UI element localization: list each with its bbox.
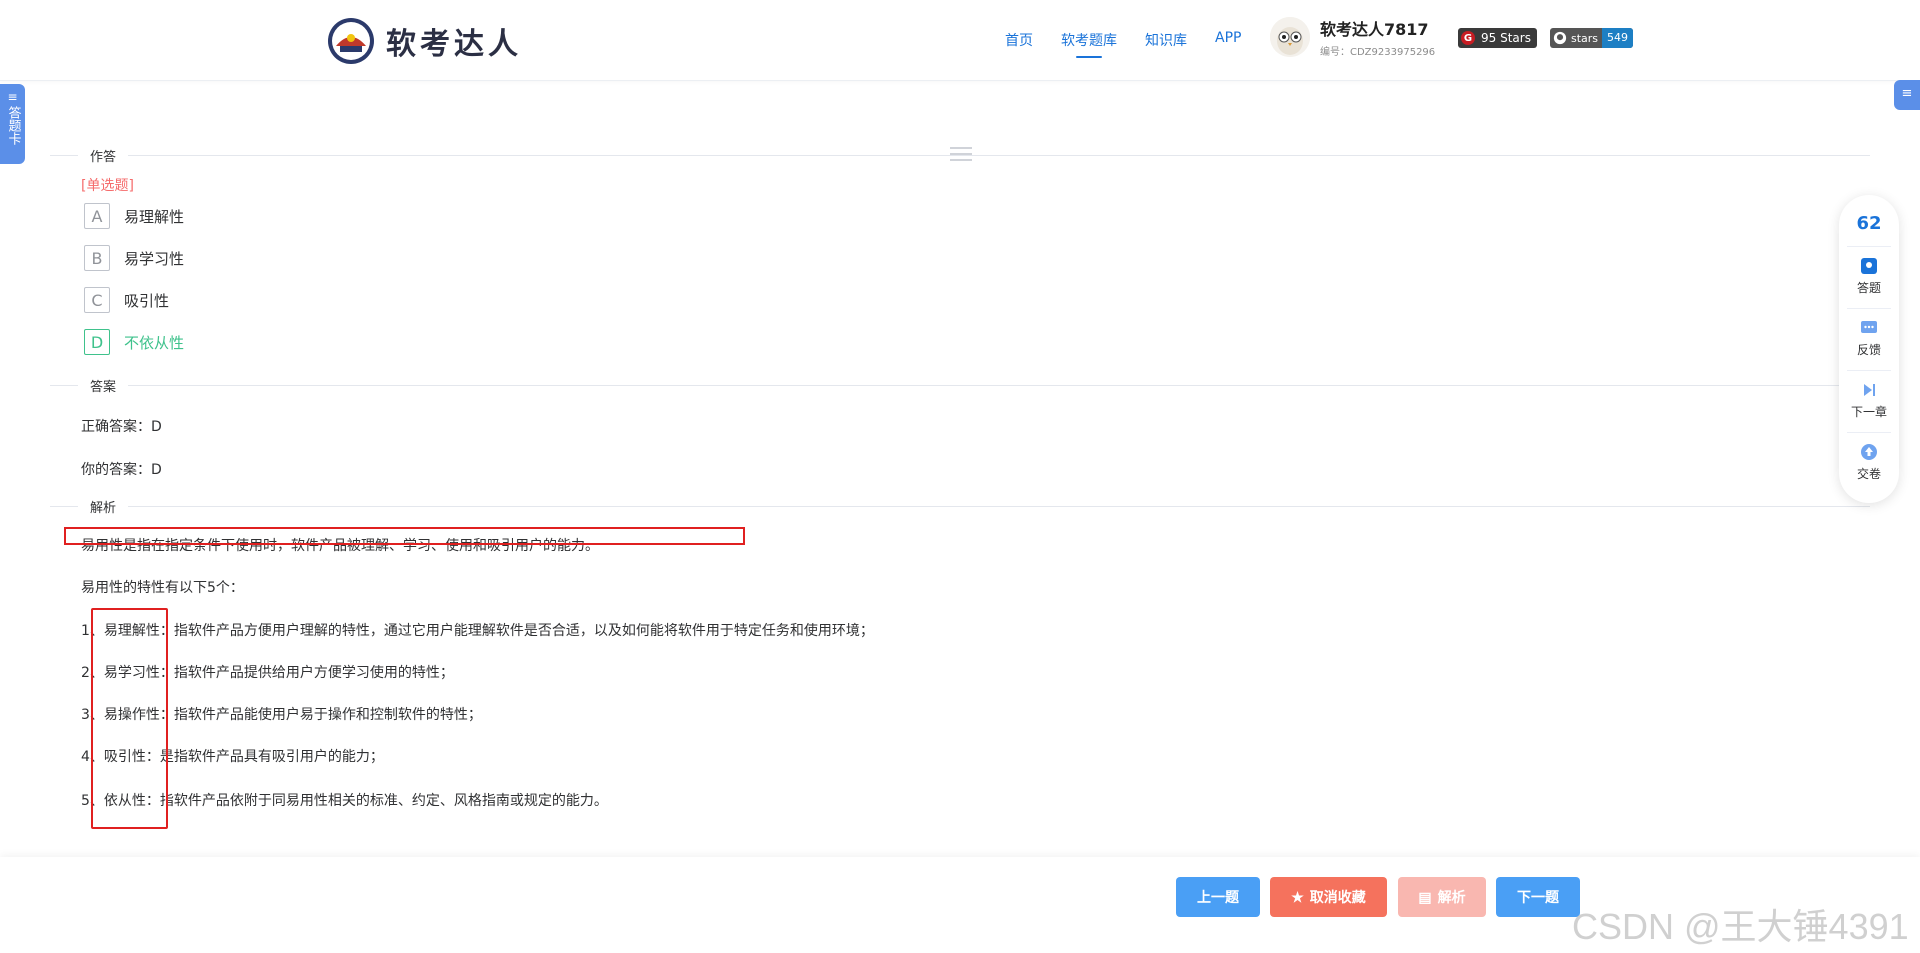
skip-next-icon (1864, 384, 1875, 396)
answer-card-label: 答题卡 (5, 106, 21, 145)
avatar[interactable] (1270, 17, 1310, 57)
question-count: 62 (1856, 213, 1882, 234)
gitee-icon: G (1461, 31, 1475, 45)
next-question-button[interactable]: 下一题 (1496, 877, 1580, 917)
right-menu-tab[interactable]: ≡ (1894, 80, 1920, 110)
github-icon (1553, 31, 1567, 45)
feedback-icon (1861, 321, 1877, 333)
nav-home[interactable]: 首页 (1005, 30, 1033, 56)
owl-avatar-icon (1270, 17, 1310, 57)
user-id: 编号：CDZ9233975296 (1320, 47, 1436, 58)
analysis-label: 解析 (1437, 889, 1466, 905)
divider (50, 506, 1870, 507)
option-letter: C (84, 287, 110, 313)
analysis-paragraph: 易用性的特性有以下5个： (81, 580, 244, 596)
next-question-label: 下一题 (1517, 889, 1559, 905)
option-text: 吸引性 (124, 291, 170, 310)
next-chapter-label: 下一章 (1850, 405, 1887, 419)
option-letter: A (84, 203, 110, 229)
gitee-stars-badge[interactable]: G 95 Stars (1458, 28, 1537, 48)
nav-question-bank[interactable]: 软考题库 (1061, 30, 1117, 58)
your-answer: 你的答案：D (81, 462, 162, 478)
submit-paper-button[interactable]: 交卷 (1847, 432, 1891, 482)
menu-icon: ≡ (7, 90, 18, 104)
unfavorite-button[interactable]: ★ 取消收藏 (1270, 877, 1387, 917)
option-text: 易学习性 (124, 249, 185, 268)
question-type: [单选题] (81, 178, 134, 194)
highlight-box-characteristics (91, 608, 168, 829)
section-title-answer: 答案 (78, 376, 129, 395)
logo-emblem-icon (328, 18, 374, 64)
divider (50, 385, 1870, 386)
prev-question-label: 上一题 (1197, 889, 1239, 905)
option-a[interactable]: A 易理解性 (84, 203, 184, 229)
menu-icon: ≡ (1901, 86, 1913, 101)
correct-answer: 正确答案：D (81, 419, 162, 435)
submit-paper-label: 交卷 (1856, 467, 1881, 481)
option-b[interactable]: B 易学习性 (84, 245, 184, 271)
answer-card-tab[interactable]: ≡ 答题卡 (0, 84, 25, 164)
prev-question-button[interactable]: 上一题 (1176, 877, 1260, 917)
document-icon: ▤ (1418, 888, 1432, 905)
analysis-button[interactable]: ▤ 解析 (1398, 877, 1486, 917)
main-nav: 首页 软考题库 知识库 APP (1005, 30, 1269, 58)
gitee-stars-text: 95 Stars (1481, 31, 1531, 45)
section-title-analysis: 解析 (78, 497, 129, 516)
option-text: 易理解性 (124, 207, 185, 226)
feedback-label: 反馈 (1856, 343, 1881, 357)
csdn-watermark: CSDN @王大锤4391 (1572, 906, 1909, 947)
option-c[interactable]: C 吸引性 (84, 287, 169, 313)
logo-text: 软考达人 (386, 27, 522, 62)
answer-sheet-button[interactable]: 答题 (1847, 246, 1891, 296)
site-logo[interactable]: 软考达人 (326, 16, 522, 66)
highlight-box-definition (64, 527, 745, 545)
analysis-paragraph: 1、易理解性：指软件产品方便用户理解的特性，通过它用户能理解软件是否合适，以及如… (81, 623, 874, 639)
option-text: 不依从性 (124, 333, 185, 352)
option-letter: B (84, 245, 110, 271)
answer-icon (1861, 258, 1877, 274)
nav-knowledge-base[interactable]: 知识库 (1145, 30, 1187, 56)
unfavorite-label: 取消收藏 (1309, 889, 1366, 905)
nav-app[interactable]: APP (1215, 30, 1241, 56)
feedback-button[interactable]: 反馈 (1847, 308, 1891, 358)
upload-icon (1861, 444, 1877, 460)
drag-handle-icon[interactable] (950, 147, 972, 165)
next-chapter-button[interactable]: 下一章 (1847, 370, 1891, 420)
option-letter: D (84, 329, 110, 355)
star-icon: ★ (1291, 888, 1304, 905)
option-d[interactable]: D 不依从性 (84, 329, 184, 355)
github-stars-count: 549 (1602, 28, 1634, 48)
github-stars-label: stars (1571, 31, 1599, 45)
section-title-answer-area: 作答 (78, 146, 129, 165)
answer-sheet-label: 答题 (1856, 281, 1881, 295)
user-profile[interactable]: 软考达人7817 编号：CDZ9233975296 (1270, 16, 1435, 58)
github-stars-badge[interactable]: stars 549 (1550, 28, 1634, 48)
user-name: 软考达人7817 (1320, 20, 1429, 39)
floating-tool-panel: 62 答题 反馈 下一章 交卷 (1839, 195, 1899, 503)
top-header: 软考达人 首页 软考题库 知识库 APP 软考达人7817 编号：CDZ9233… (0, 0, 1920, 81)
